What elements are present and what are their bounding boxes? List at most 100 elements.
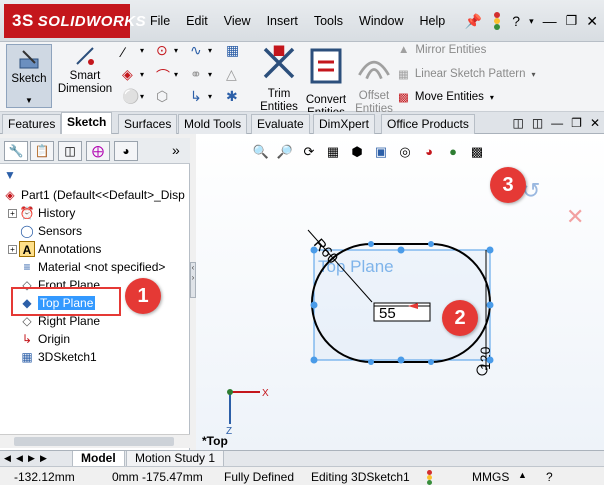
filter-icon[interactable]: ▼	[4, 168, 20, 182]
tile-horizontal-icon[interactable]: ◫	[512, 116, 523, 130]
sketch-handle[interactable]	[486, 246, 494, 254]
tree-item-history[interactable]: + ⏰ History	[8, 204, 75, 222]
scrollbar-thumb[interactable]	[14, 437, 174, 446]
arc-icon[interactable]: ⌒	[156, 66, 170, 86]
solidworks-logo[interactable]: 3S SOLIDWORKS	[4, 4, 146, 38]
sketch-picture-icon[interactable]: ▦	[226, 42, 239, 59]
tab-surfaces[interactable]: Surfaces	[118, 114, 178, 134]
minimize-icon[interactable]: —	[551, 116, 563, 130]
display-manager-tab-icon[interactable]: ◕	[114, 141, 138, 161]
tree-item-origin[interactable]: ↳ Origin	[19, 330, 70, 348]
chevron-down-icon[interactable]: ▾	[140, 46, 144, 55]
chevron-down-icon[interactable]: ▾	[208, 92, 212, 101]
chevron-down-icon[interactable]: ▾	[174, 70, 178, 79]
sketch-handle[interactable]	[397, 356, 405, 364]
menu-view[interactable]: View	[216, 14, 259, 28]
scroll-right-icon[interactable]: ▶	[28, 453, 35, 464]
circle-icon[interactable]: ⊙	[156, 42, 168, 59]
scroll-right-icon[interactable]: ▶	[40, 453, 47, 464]
graphics-area[interactable]: Top Plane R60 55 120 X Z *Top ↺ ✕	[196, 134, 604, 450]
scroll-left-icon[interactable]: ◀	[16, 453, 23, 464]
close-icon[interactable]: ✕	[586, 13, 598, 30]
chevron-down-icon[interactable]: ▾	[140, 92, 144, 101]
chevron-down-icon[interactable]: ▾	[208, 70, 212, 79]
text-icon[interactable]: △	[226, 66, 237, 83]
spline-icon[interactable]: ∿	[190, 42, 202, 59]
rebuild-status-icon[interactable]	[424, 470, 436, 485]
sketch-handle[interactable]	[486, 301, 494, 309]
menu-help[interactable]: Help	[412, 14, 454, 28]
status-units[interactable]: MMGS	[472, 470, 509, 484]
close-icon[interactable]: ✕	[590, 116, 600, 130]
tab-features[interactable]: Features	[2, 114, 62, 134]
offset-entities-button[interactable]: Offset Entities	[352, 42, 396, 115]
chevron-down-icon[interactable]: ▾	[531, 70, 535, 79]
tab-mold-tools[interactable]: Mold Tools	[178, 114, 248, 134]
previous-view-icon[interactable]: ⟳	[300, 144, 318, 160]
chevron-down-icon[interactable]: ▾	[174, 46, 178, 55]
edit-appearance-icon[interactable]: ◕	[420, 144, 438, 160]
property-manager-tab-icon[interactable]: 📋	[30, 141, 54, 161]
tree-item-annotations[interactable]: + A Annotations	[8, 240, 101, 258]
cancel-sketch-icon[interactable]: ✕	[566, 205, 584, 230]
configuration-manager-tab-icon[interactable]: ◫	[58, 141, 82, 161]
apply-scene-icon[interactable]: ●	[444, 144, 462, 160]
tree-item-3dsketch1[interactable]: ▦ 3DSketch1	[19, 348, 96, 366]
tab-office-products[interactable]: Office Products	[381, 114, 475, 134]
tile-vertical-icon[interactable]: ◫	[532, 116, 543, 130]
tab-evaluate[interactable]: Evaluate	[251, 114, 310, 134]
sketch-button[interactable]: Sketch ▼	[6, 44, 52, 108]
sketch-handle[interactable]	[428, 241, 434, 247]
menu-edit[interactable]: Edit	[178, 14, 216, 28]
tree-root-part[interactable]: ◈ Part1 (Default<<Default>_Disp	[2, 186, 184, 204]
chevron-down-icon[interactable]: ▼	[7, 94, 51, 107]
smart-dimension-button[interactable]: Smart Dimension	[54, 42, 116, 108]
restore-icon[interactable]: ❐	[571, 116, 582, 130]
mirror-entities-button[interactable]: ▲ Mirror Entities	[398, 44, 486, 56]
tab-model[interactable]: Model	[72, 451, 125, 467]
expand-icon[interactable]: +	[8, 208, 17, 218]
sketch-handle[interactable]	[310, 301, 318, 309]
linear-sketch-pattern-button[interactable]: ▦ Linear Sketch Pattern ▾	[398, 67, 535, 81]
chevron-up-icon[interactable]: ▲	[518, 470, 527, 480]
sketch-handle[interactable]	[397, 246, 405, 254]
dropdown-icon[interactable]: ▾	[529, 16, 534, 27]
trim-entities-button[interactable]: Trim Entities	[258, 42, 300, 113]
hide-show-items-icon[interactable]: ◎	[396, 144, 414, 160]
line-icon[interactable]: ∕	[122, 44, 124, 60]
menu-tools[interactable]: Tools	[306, 14, 351, 28]
sketch-handle[interactable]	[428, 359, 434, 365]
menu-window[interactable]: Window	[351, 14, 411, 28]
menu-file[interactable]: File	[142, 14, 178, 28]
move-entities-button[interactable]: ▩ Move Entities ▾	[398, 90, 494, 104]
centerline-icon[interactable]: ↳	[190, 88, 202, 105]
help-icon[interactable]: ?	[512, 13, 520, 29]
rectangle-icon[interactable]: ◈	[122, 66, 133, 83]
help-icon[interactable]: ?	[546, 470, 553, 484]
pushpin-icon[interactable]: 📌	[465, 13, 482, 30]
tab-sketch[interactable]: Sketch	[61, 112, 113, 134]
zoom-to-fit-icon[interactable]: 🔍	[252, 144, 270, 160]
dimxpert-manager-tab-icon[interactable]: ⨁	[86, 141, 110, 161]
sketch-handle[interactable]	[368, 241, 374, 247]
sketch-handle[interactable]	[486, 356, 494, 364]
sketch-fillet-icon[interactable]: ⚭	[190, 66, 202, 83]
slot-icon[interactable]: ⚪	[122, 88, 139, 105]
view-orientation-icon[interactable]: ⬢	[348, 144, 366, 160]
point-icon[interactable]: ✱	[226, 88, 238, 105]
sketch-handle[interactable]	[310, 356, 318, 364]
tab-motion-study-1[interactable]: Motion Study 1	[126, 451, 225, 467]
tree-item-material[interactable]: ≡ Material <not specified>	[19, 258, 165, 276]
expand-panel-icon[interactable]: »	[172, 142, 180, 158]
chevron-down-icon[interactable]: ▾	[208, 46, 212, 55]
scroll-left-icon[interactable]: ◀	[4, 453, 11, 464]
zoom-to-area-icon[interactable]: 🔎	[276, 144, 294, 160]
chevron-down-icon[interactable]: ▾	[140, 70, 144, 79]
expand-icon[interactable]: +	[8, 244, 17, 254]
horizontal-scrollbar[interactable]	[0, 434, 190, 448]
menu-insert[interactable]: Insert	[259, 14, 306, 28]
restore-icon[interactable]: ❐	[566, 13, 578, 29]
display-style-icon[interactable]: ▣	[372, 144, 390, 160]
tab-dimxpert[interactable]: DimXpert	[313, 114, 376, 134]
length-dimension[interactable]: 55	[379, 305, 396, 322]
